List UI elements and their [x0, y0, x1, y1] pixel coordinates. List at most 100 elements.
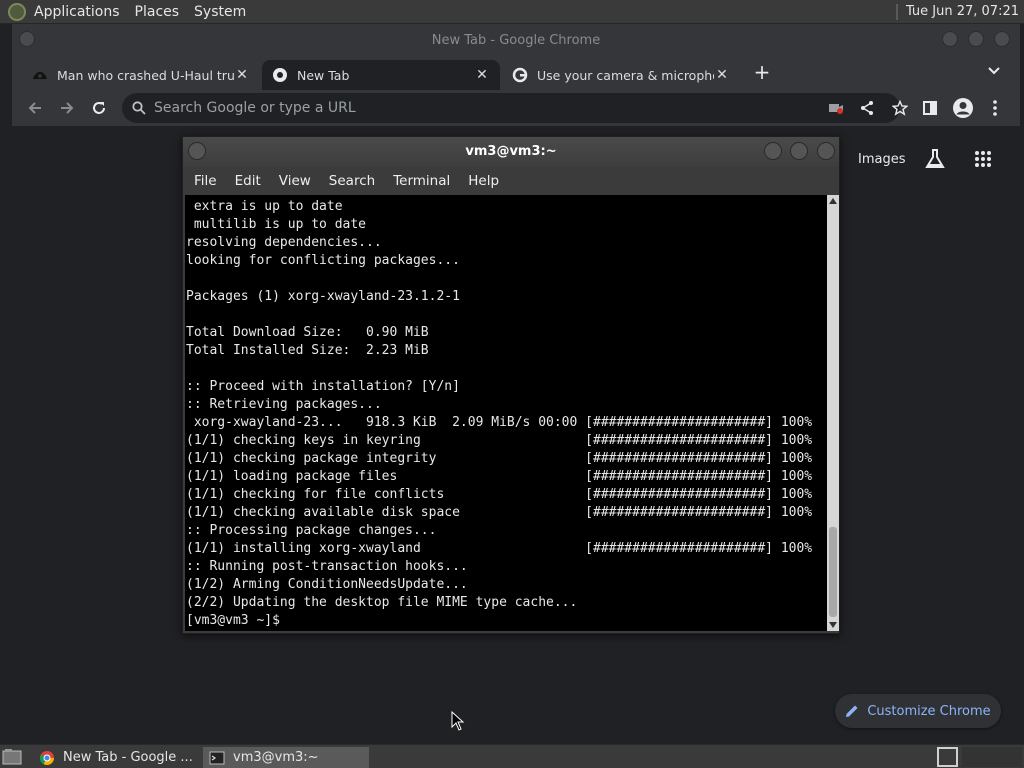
taskbar-item-label: New Tab - Google ...	[63, 750, 193, 765]
terminal-line: (1/2) Arming ConditionNeedsUpdate...	[186, 577, 468, 592]
terminal-line: (1/1) loading package files [###########…	[186, 469, 813, 484]
close-window-button[interactable]	[994, 31, 1010, 47]
mouse-cursor-icon	[451, 711, 465, 731]
tab-strip: Man who crashed U-Haul truck ✕ New Tab ✕…	[12, 58, 1020, 90]
terminal-menu-view[interactable]: View	[279, 173, 311, 189]
terminal-minimize-button[interactable]	[764, 142, 782, 160]
reload-icon	[93, 102, 105, 114]
tab-new-tab[interactable]: New Tab ✕	[262, 60, 500, 90]
panel-clock[interactable]: Tue Jun 27, 07:21	[906, 4, 1019, 19]
pencil-icon	[846, 705, 858, 717]
share-icon[interactable]	[860, 100, 874, 116]
tab-label: New Tab	[297, 67, 350, 83]
chevron-down-icon	[988, 67, 1000, 75]
terminal-scroll-thumb[interactable]	[829, 527, 837, 617]
tab-camera-microphone[interactable]: Use your camera & microphone ✕	[502, 60, 740, 90]
tab-close-icon[interactable]: ✕	[474, 67, 490, 83]
arrow-right-icon	[61, 102, 74, 114]
minimize-button[interactable]	[942, 31, 958, 47]
bookmark-star-icon[interactable]	[892, 100, 908, 116]
terminal-titlebar[interactable]: vm3@vm3:~	[183, 137, 839, 167]
terminal-scrollbar[interactable]	[827, 195, 839, 631]
scroll-up-arrow-icon[interactable]	[829, 198, 837, 204]
terminal-lines: extra is up to date multilib is up to da…	[186, 198, 812, 630]
terminal-line: :: Running post-transaction hooks...	[186, 559, 468, 574]
terminal-line: resolving dependencies...	[186, 235, 382, 250]
terminal-line: (1/1) checking package integrity [######…	[186, 451, 813, 466]
bottom-taskbar: New Tab - Google ... vm3@vm3:~	[0, 744, 1024, 768]
terminal-window: vm3@vm3:~ File Edit View Search Terminal…	[182, 136, 840, 634]
tab-search-button[interactable]	[984, 60, 1004, 84]
terminal-maximize-button[interactable]	[790, 142, 808, 160]
tab-label: Man who crashed U-Haul truck	[57, 67, 234, 83]
terminal-line: (1/1) checking available disk space [###…	[186, 505, 813, 520]
back-button[interactable]	[23, 96, 47, 120]
omnibox-input[interactable]	[154, 98, 794, 118]
omnibox[interactable]	[122, 93, 908, 123]
terminal-line: Total Download Size: 0.90 MiB	[186, 325, 429, 340]
places-menu[interactable]: Places	[135, 4, 180, 20]
customize-chrome-button[interactable]: Customize Chrome	[835, 694, 1001, 728]
terminal-menubar: File Edit View Search Terminal Help	[183, 167, 839, 195]
side-panel-button[interactable]	[918, 96, 942, 120]
labs-flask-icon[interactable]	[924, 148, 946, 170]
terminal-line: :: Proceed with installation? [Y/n]	[186, 379, 460, 394]
tab-close-icon[interactable]: ✕	[714, 67, 730, 83]
google-favicon-icon	[512, 67, 528, 83]
applications-menu[interactable]: Applications	[34, 4, 120, 20]
terminal-line: Packages (1) xorg-xwayland-23.1.2-1	[186, 289, 460, 304]
terminal-menu-file[interactable]: File	[194, 173, 217, 189]
camera-blocked-icon[interactable]	[828, 101, 844, 115]
terminal-menu-edit[interactable]: Edit	[235, 173, 261, 189]
terminal-output[interactable]: extra is up to date multilib is up to da…	[185, 195, 827, 631]
workspace-switcher[interactable]	[937, 747, 958, 767]
maximize-button[interactable]	[968, 31, 984, 47]
taskbar-item-chrome[interactable]: New Tab - Google ...	[33, 747, 199, 768]
browser-toolbar	[12, 90, 1020, 126]
apps-grid-icon[interactable]	[974, 150, 992, 168]
terminal-line: (1/1) checking for file conflicts [#####…	[186, 487, 813, 502]
show-desktop-icon[interactable]	[2, 748, 22, 766]
images-link[interactable]: Images	[858, 152, 906, 167]
terminal-title: vm3@vm3:~	[465, 144, 557, 159]
customize-chrome-label: Customize Chrome	[867, 703, 991, 719]
terminal-line: :: Retrieving packages...	[186, 397, 382, 412]
tab-uhaul-news[interactable]: Man who crashed U-Haul truck ✕	[22, 60, 260, 90]
terminal-menu-search[interactable]: Search	[329, 173, 375, 189]
avatar-icon	[953, 98, 973, 118]
reload-button[interactable]	[87, 96, 111, 120]
terminal-line: (1/1) checking keys in keyring [########…	[186, 433, 813, 448]
taskbar-item-label: vm3@vm3:~	[233, 750, 319, 765]
search-icon	[132, 101, 146, 115]
taskbar-item-terminal[interactable]: vm3@vm3:~	[203, 747, 369, 768]
kebab-menu-icon	[993, 100, 997, 116]
chrome-menu-button[interactable]	[983, 96, 1007, 120]
forward-button[interactable]	[55, 96, 79, 120]
terminal-prompt: [vm3@vm3 ~]$	[186, 613, 288, 628]
terminal-line: (2/2) Updating the desktop file MIME typ…	[186, 595, 578, 610]
terminal-menu-help[interactable]: Help	[468, 173, 499, 189]
new-tab-button[interactable]: +	[750, 60, 774, 84]
news-favicon-icon	[33, 72, 47, 79]
arrow-left-icon	[28, 102, 41, 114]
terminal-line: (1/1) installing xorg-xwayland [########…	[186, 541, 813, 556]
chrome-window-title: New Tab - Google Chrome	[431, 33, 601, 48]
terminal-line: xorg-xwayland-23... 918.3 KiB 2.09 MiB/s…	[186, 415, 813, 430]
chrome-titlebar[interactable]: New Tab - Google Chrome	[12, 24, 1020, 58]
system-menu[interactable]: System	[194, 4, 246, 20]
profile-button[interactable]	[951, 96, 975, 120]
workspace-area[interactable]	[962, 747, 1022, 767]
scroll-down-arrow-icon[interactable]	[829, 622, 837, 628]
terminal-close-button[interactable]	[817, 142, 835, 160]
terminal-menu-terminal[interactable]: Terminal	[393, 173, 450, 189]
panel-separator	[895, 3, 898, 20]
terminal-line: :: Processing package changes...	[186, 523, 437, 538]
tab-close-icon[interactable]: ✕	[234, 67, 250, 83]
top-panel: Applications Places System Tue Jun 27, 0…	[0, 0, 1024, 24]
chrome-favicon-icon	[273, 68, 287, 82]
distro-logo-icon[interactable]	[8, 2, 26, 21]
terminal-line: multilib is up to date	[186, 217, 367, 232]
terminal-line: Total Installed Size: 2.23 MiB	[186, 343, 429, 358]
